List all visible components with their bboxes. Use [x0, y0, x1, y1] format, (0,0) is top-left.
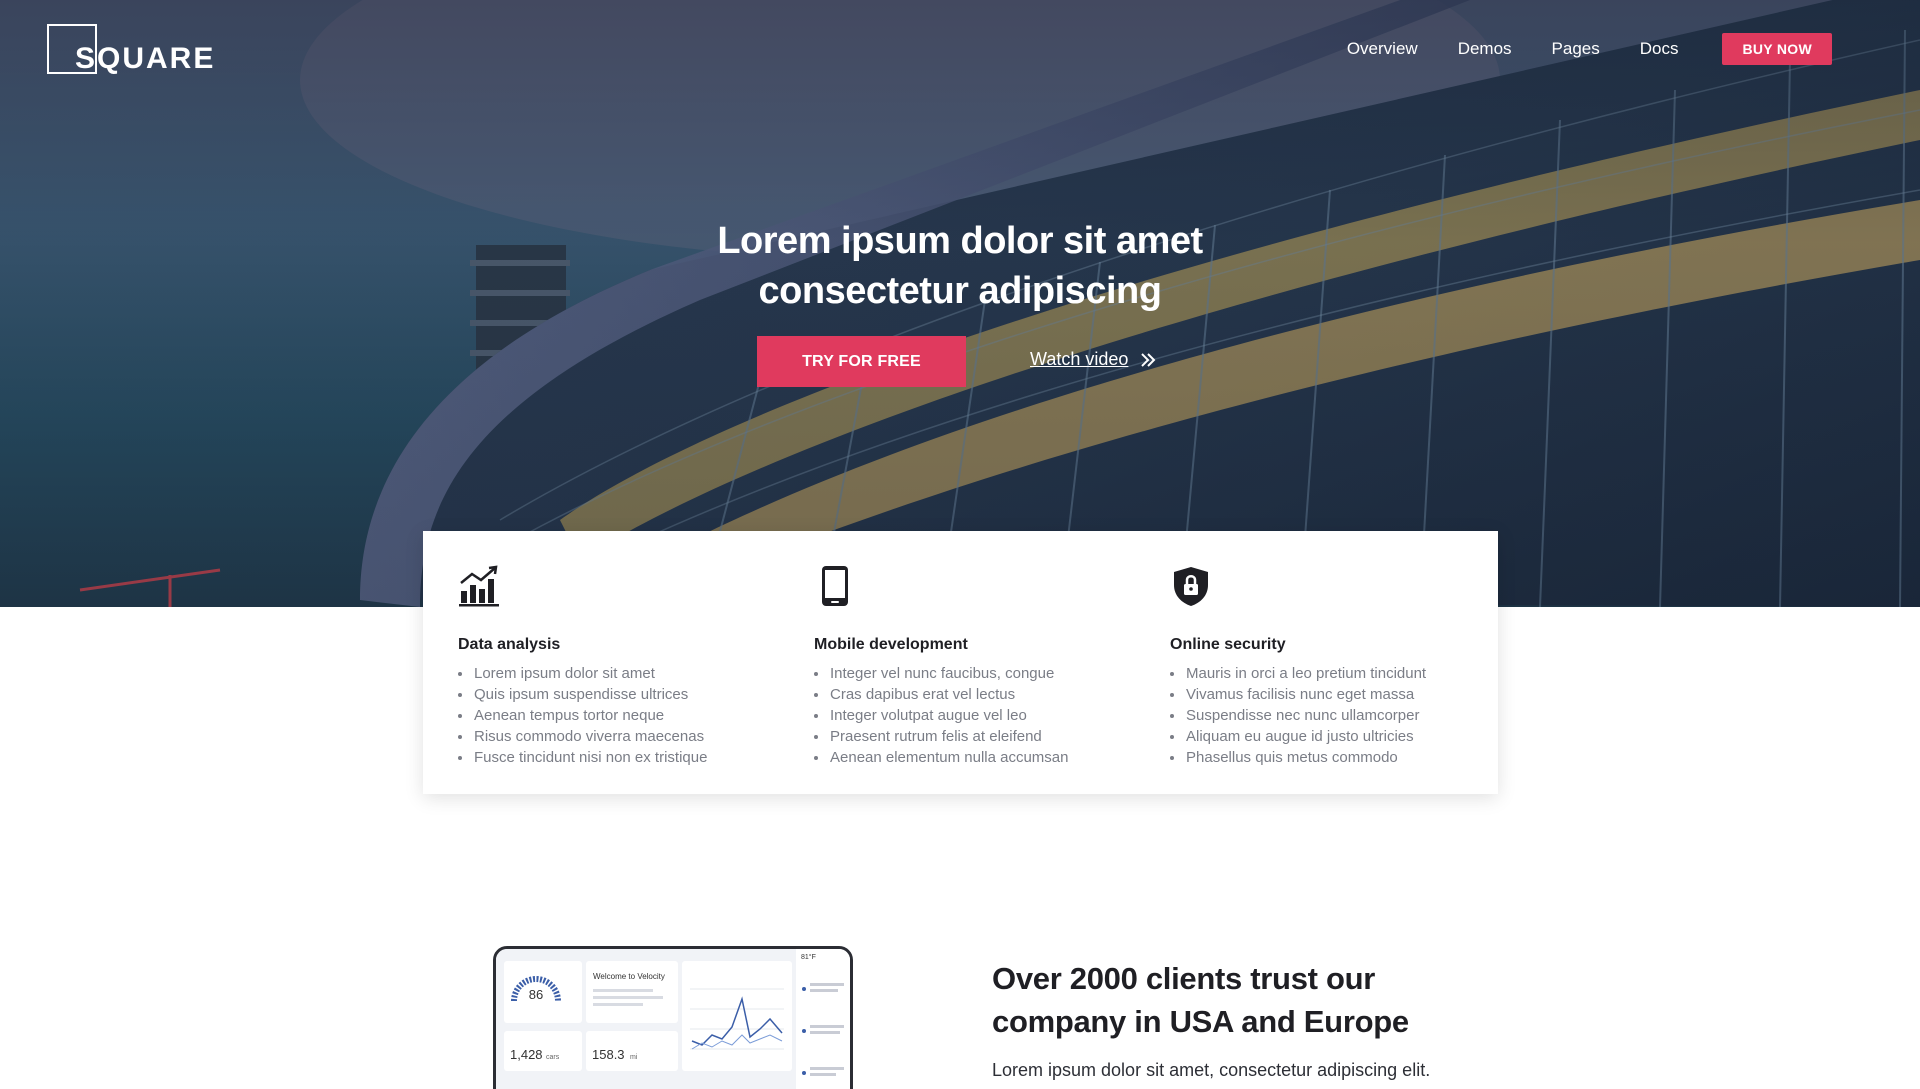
cars-unit: cars — [546, 1054, 560, 1061]
list-item: Integer vel nunc faucibus, congue — [814, 663, 1144, 684]
gauge-value: 86 — [529, 987, 543, 1002]
miles-value: 158.3 — [592, 1047, 625, 1062]
shield-lock-icon — [1174, 567, 1208, 606]
buy-now-button[interactable]: BUY NOW — [1722, 33, 1832, 65]
list-item: Quis ipsum suspendisse ultrices — [458, 684, 788, 705]
hero-title-line1: Lorem ipsum dolor sit amet — [717, 220, 1203, 262]
welcome-text: Welcome to Velocity — [593, 972, 665, 981]
logo-text: SQUARE — [75, 42, 216, 75]
list-item: Fusce tincidunt nisi non ex tristique — [458, 747, 788, 768]
bar-chart-icon — [459, 565, 499, 607]
hero-title: Lorem ipsum dolor sit amet consectetur a… — [560, 216, 1360, 316]
feature-list: Lorem ipsum dolor sit amet Quis ipsum su… — [458, 663, 788, 768]
clients-title: Over 2000 clients trust our company in U… — [992, 957, 1492, 1043]
watch-video-link[interactable]: Watch video — [1030, 349, 1158, 370]
smartphone-icon — [822, 566, 848, 606]
list-item: Aenean elementum nulla accumsan — [814, 747, 1144, 768]
list-item: Lorem ipsum dolor sit amet — [458, 663, 788, 684]
list-item: Mauris in orci a leo pretium tincidunt — [1170, 663, 1500, 684]
clients-subtitle: Lorem ipsum dolor sit amet, consectetur … — [992, 1060, 1431, 1080]
list-item: Aenean tempus tortor neque — [458, 705, 788, 726]
feature-online-security: Online security Mauris in orci a leo pre… — [1170, 565, 1500, 768]
list-item: Integer volutpat augue vel leo — [814, 705, 1144, 726]
dashboard-preview: 86 Welcome to Velocity 1,428 cars 158.3 … — [496, 949, 850, 1089]
nav-item-pages[interactable]: Pages — [1552, 33, 1600, 65]
feature-list: Integer vel nunc faucibus, congue Cras d… — [814, 663, 1144, 768]
nav-item-demos[interactable]: Demos — [1458, 33, 1512, 65]
brand-logo[interactable]: SQUARE — [47, 24, 213, 74]
feature-title: Mobile development — [814, 636, 968, 653]
feature-data-analysis: Data analysis Lorem ipsum dolor sit amet… — [458, 565, 788, 768]
feature-list: Mauris in orci a leo pretium tincidunt V… — [1170, 663, 1500, 768]
list-item: Aliquam eu augue id justo ultricies — [1170, 726, 1500, 747]
list-item: Praesent rutrum felis at eleifend — [814, 726, 1144, 747]
list-item: Suspendisse nec nunc ullamcorper — [1170, 705, 1500, 726]
double-chevron-right-icon — [1141, 352, 1156, 367]
nav-item-overview[interactable]: Overview — [1347, 33, 1418, 65]
feature-mobile-development: Mobile development Integer vel nunc fauc… — [814, 565, 1144, 768]
clients-title-line1: Over 2000 clients trust our — [992, 961, 1376, 996]
feature-title: Data analysis — [458, 636, 561, 653]
feature-title: Online security — [1170, 636, 1286, 653]
nav-item-docs[interactable]: Docs — [1640, 33, 1679, 65]
weather-text: 81°F — [801, 953, 816, 961]
hero-title-line2: consectetur adipiscing — [758, 270, 1162, 312]
watch-video-label: Watch video — [1030, 349, 1129, 369]
features-card: Data analysis Lorem ipsum dolor sit amet… — [423, 531, 1498, 794]
landing-page: SQUARE Overview Demos Pages Docs BUY NOW… — [0, 0, 1920, 1089]
list-item: Risus commodo viverra maecenas — [458, 726, 788, 747]
dashboard-device-mockup: 86 Welcome to Velocity 1,428 cars 158.3 … — [493, 946, 853, 1089]
hero-section: SQUARE Overview Demos Pages Docs BUY NOW… — [0, 0, 1920, 607]
list-item: Phasellus quis metus commodo — [1170, 747, 1500, 768]
list-item: Vivamus facilisis nunc eget massa — [1170, 684, 1500, 705]
clients-title-line2: company in USA and Europe — [992, 1004, 1409, 1039]
cars-value: 1,428 — [510, 1047, 543, 1062]
try-for-free-button[interactable]: TRY FOR FREE — [757, 336, 966, 387]
miles-unit: mi — [630, 1054, 638, 1061]
main-nav: Overview Demos Pages Docs BUY NOW — [1347, 33, 1872, 65]
list-item: Cras dapibus erat vel lectus — [814, 684, 1144, 705]
